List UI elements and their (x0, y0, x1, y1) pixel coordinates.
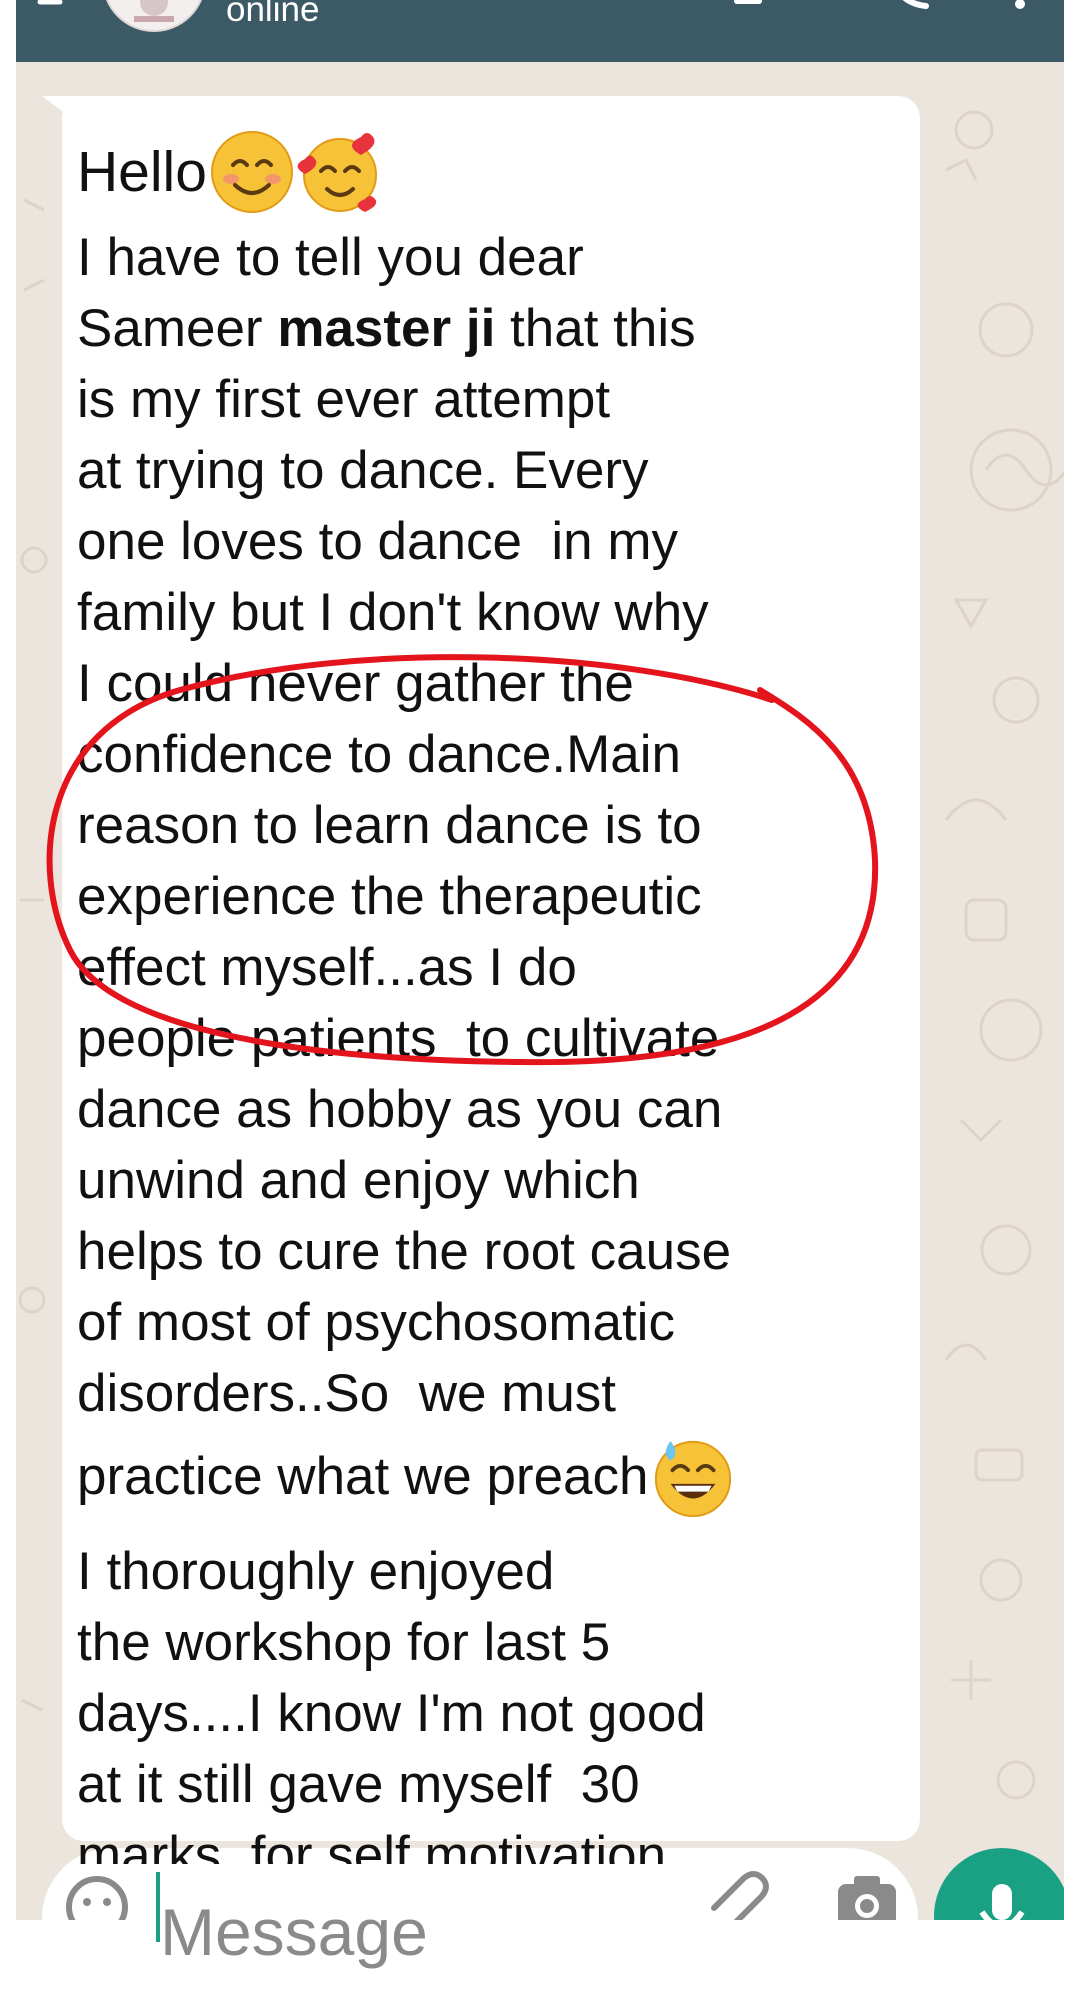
message-line: reason to learn dance is to (77, 796, 702, 855)
camera-icon[interactable] (832, 1868, 902, 1920)
message-input[interactable] (160, 1872, 660, 1992)
line-text: that this (495, 299, 696, 358)
message-line: the workshop for last 5 (77, 1613, 611, 1672)
contact-avatar[interactable] (102, 0, 206, 32)
line-text: practice what we preach (77, 1447, 649, 1506)
message-line: effect myself...as I do (77, 938, 577, 997)
video-call-icon[interactable] (732, 0, 776, 14)
message-line: at trying to dance. Every (77, 441, 649, 500)
message-line: disorders..So we must (77, 1364, 617, 1423)
message-line: people patients to cultivate (77, 1009, 720, 1068)
grinning-face-with-sweat-icon (654, 1440, 731, 1517)
message-line: practice what we preach (77, 1429, 917, 1524)
message-text: Hello I have to tell you dear Sameer mas… (77, 122, 917, 1864)
message-line: days....I know I'm not good (77, 1684, 706, 1743)
message-line: family but I don't know why (77, 583, 709, 642)
more-options-icon[interactable] (1006, 0, 1050, 14)
back-arrow-icon[interactable] (36, 0, 76, 22)
smiling-face-icon (210, 131, 293, 213)
text-caret (156, 1872, 160, 1942)
message-line: of most of psychosomatic (77, 1293, 675, 1352)
paperclip-icon[interactable] (702, 1864, 772, 1920)
bold-text: master ji (277, 299, 496, 358)
message-line: I could never gather the (77, 654, 634, 713)
line-text: Sameer (77, 299, 278, 358)
message-line: Sameer master ji that this (77, 293, 917, 364)
message-line: helps to cure the root cause (77, 1222, 732, 1281)
message-line: one loves to dance in my (77, 512, 679, 571)
message-greeting-line: Hello (77, 122, 917, 222)
emoji-icon[interactable] (62, 1872, 132, 1920)
message-line: unwind and enjoy which (77, 1151, 640, 1210)
message-line: confidence to dance.Main (77, 725, 682, 784)
microphone-icon (979, 1884, 1025, 1920)
voice-call-icon[interactable] (892, 0, 936, 14)
message-line: is my first ever attempt (77, 370, 611, 429)
message-line: I have to tell you dear (77, 228, 584, 287)
contact-status: online (226, 0, 320, 29)
message-line: dance as hobby as you can (77, 1080, 723, 1139)
message-line: I thoroughly enjoyed (77, 1542, 555, 1601)
message-line: experience the therapeutic (77, 867, 702, 926)
smiling-face-with-hearts-icon (297, 133, 377, 212)
greeting-text: Hello (77, 140, 207, 204)
chat-header: online (16, 0, 1064, 62)
message-line: at it still gave myself 30 (77, 1755, 640, 1814)
message-line-clipped: marks for self motivation (77, 1826, 667, 1864)
